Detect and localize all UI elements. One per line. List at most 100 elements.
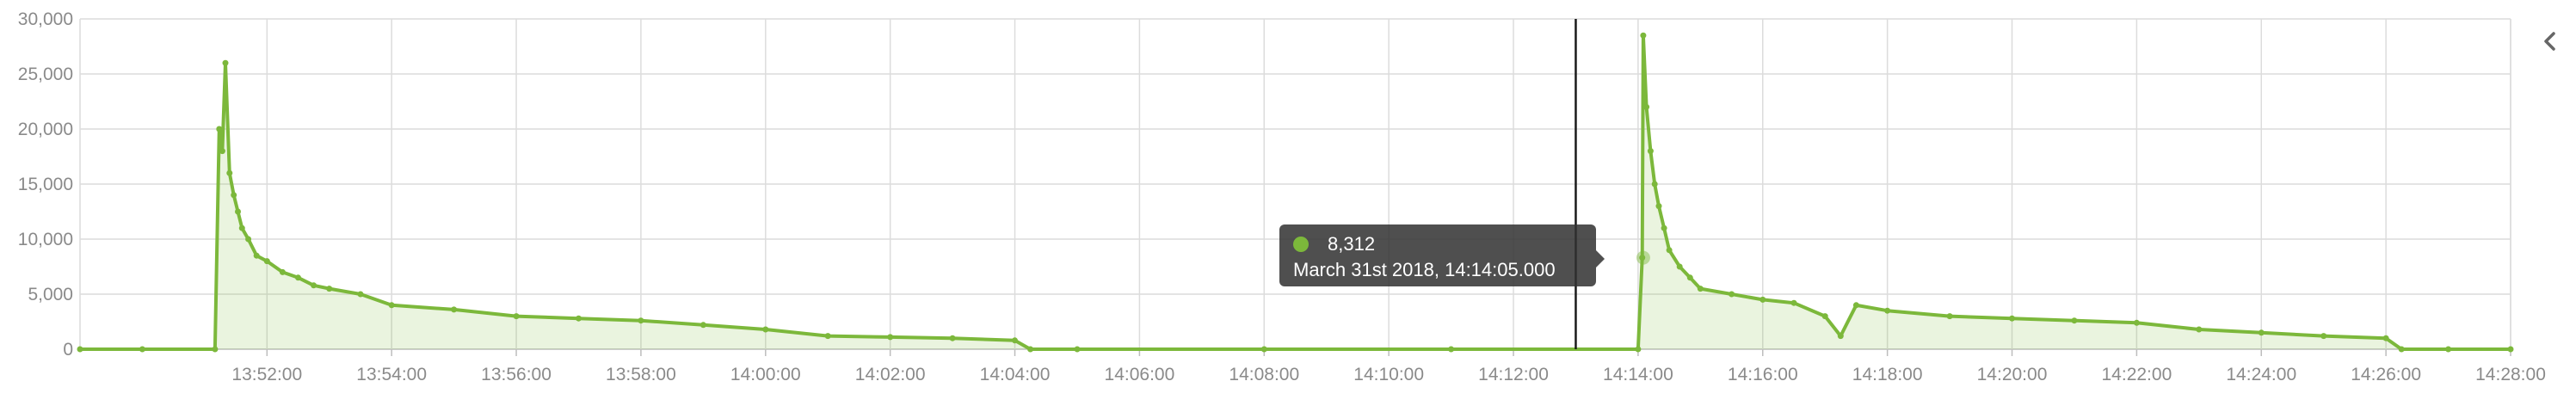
data-point <box>1946 313 1953 320</box>
x-tick-label: 14:20:00 <box>1977 365 2048 384</box>
data-point <box>1074 346 1081 353</box>
data-point <box>513 313 520 320</box>
series-area-layer <box>80 35 2511 349</box>
tooltip-series-dot-icon <box>1293 237 1309 252</box>
x-tick-label: 14:00:00 <box>730 365 801 384</box>
tooltip-value-row: 8,312 <box>1293 233 1582 255</box>
data-point <box>295 274 301 281</box>
data-point <box>311 282 317 289</box>
data-point <box>2398 346 2405 353</box>
tooltip: 8,312 March 31st 2018, 14:14:05.000 <box>1279 224 1605 286</box>
tooltip-timestamp: March 31st 2018, 14:14:05.000 <box>1293 259 1556 280</box>
data-point <box>2071 317 2078 324</box>
time-series-chart[interactable]: 0 5,000 10,000 15,000 20,000 25,000 30,000 13:… <box>0 0 2576 408</box>
data-point <box>949 335 956 341</box>
data-point <box>1655 203 1662 210</box>
data-point <box>216 126 223 132</box>
x-tick-label: 14:12:00 <box>1478 365 1549 384</box>
data-point <box>1729 291 1735 298</box>
data-point <box>357 291 364 298</box>
data-point <box>139 346 145 353</box>
x-tick-label: 13:58:00 <box>606 365 676 384</box>
data-point <box>2382 335 2389 341</box>
x-tick-label: 14:18:00 <box>1852 365 1923 384</box>
x-tick-label: 14:28:00 <box>2475 365 2546 384</box>
y-tick-label: 30,000 <box>18 9 73 29</box>
x-tick-label: 14:04:00 <box>980 365 1051 384</box>
data-point <box>226 169 233 176</box>
series-points-layer <box>77 32 2514 353</box>
data-point <box>451 306 458 313</box>
collapse-panel-button[interactable] <box>2533 24 2567 58</box>
data-point <box>2320 333 2327 340</box>
data-point <box>235 208 241 215</box>
x-tick-label: 14:02:00 <box>855 365 926 384</box>
chart-svg: 0 5,000 10,000 15,000 20,000 25,000 30,000 13:… <box>18 9 2546 384</box>
data-point <box>1260 346 1267 353</box>
data-point <box>1635 346 1642 353</box>
x-tick-label: 14:16:00 <box>1728 365 1798 384</box>
y-tick-label: 10,000 <box>18 230 73 249</box>
data-point <box>1651 181 1658 188</box>
data-point <box>2133 319 2140 326</box>
x-tick-label: 13:54:00 <box>356 365 427 384</box>
data-point <box>1759 296 1766 303</box>
data-point <box>1640 32 1647 39</box>
data-point <box>699 322 706 329</box>
tooltip-value: 8,312 <box>1328 233 1376 255</box>
data-point <box>231 192 237 199</box>
data-point <box>77 346 83 353</box>
data-point <box>1686 274 1693 281</box>
data-point <box>762 326 769 333</box>
data-point <box>2258 329 2265 336</box>
data-point <box>1643 103 1650 110</box>
data-point <box>1852 302 1859 309</box>
data-point <box>1027 346 1034 353</box>
x-tick-label: 14:10:00 <box>1353 365 1424 384</box>
data-point <box>638 317 644 324</box>
data-point <box>1661 224 1667 231</box>
data-point <box>253 252 260 259</box>
series-line-layer <box>80 34 2511 351</box>
x-tick-label: 14:24:00 <box>2226 365 2296 384</box>
data-point <box>1012 337 1018 344</box>
x-tick-label: 14:22:00 <box>2102 365 2172 384</box>
data-point <box>1697 286 1704 292</box>
data-point <box>2196 326 2203 333</box>
data-point <box>245 236 252 243</box>
y-tick-label: 15,000 <box>18 175 73 194</box>
data-point <box>887 334 894 341</box>
data-point <box>263 258 270 265</box>
data-point <box>212 346 219 353</box>
y-tick-label: 25,000 <box>18 65 73 84</box>
y-axis-tick-labels: 0 5,000 10,000 15,000 20,000 25,000 30,000 <box>18 9 73 360</box>
data-point <box>1647 148 1654 155</box>
data-point <box>1821 313 1828 320</box>
data-point <box>2445 346 2452 353</box>
x-tick-label: 13:56:00 <box>481 365 552 384</box>
data-point <box>326 286 333 292</box>
data-point <box>576 315 582 322</box>
x-tick-label: 14:14:00 <box>1603 365 1673 384</box>
x-tick-label: 14:26:00 <box>2351 365 2421 384</box>
grid-lines <box>79 18 2511 356</box>
chevron-left-icon <box>2544 32 2555 51</box>
y-tick-label: 5,000 <box>28 285 73 304</box>
data-point <box>222 59 229 66</box>
x-tick-label: 13:52:00 <box>231 365 302 384</box>
data-point <box>1448 346 1455 353</box>
x-tick-label: 14:06:00 <box>1105 365 1175 384</box>
data-point <box>1790 299 1797 306</box>
data-point <box>219 148 225 155</box>
highlighted-point <box>1636 250 1650 265</box>
y-tick-label: 20,000 <box>18 120 73 139</box>
x-axis-tick-labels: 13:52:00 13:54:00 13:56:00 13:58:00 14:00:00… <box>231 365 2545 384</box>
data-point <box>1666 247 1673 254</box>
x-tick-label: 14:08:00 <box>1229 365 1299 384</box>
data-point <box>2507 346 2514 353</box>
data-point <box>279 268 286 275</box>
data-point <box>824 333 831 340</box>
y-tick-label: 0 <box>63 340 73 360</box>
series-area <box>80 35 2511 349</box>
series-line <box>80 34 2511 351</box>
